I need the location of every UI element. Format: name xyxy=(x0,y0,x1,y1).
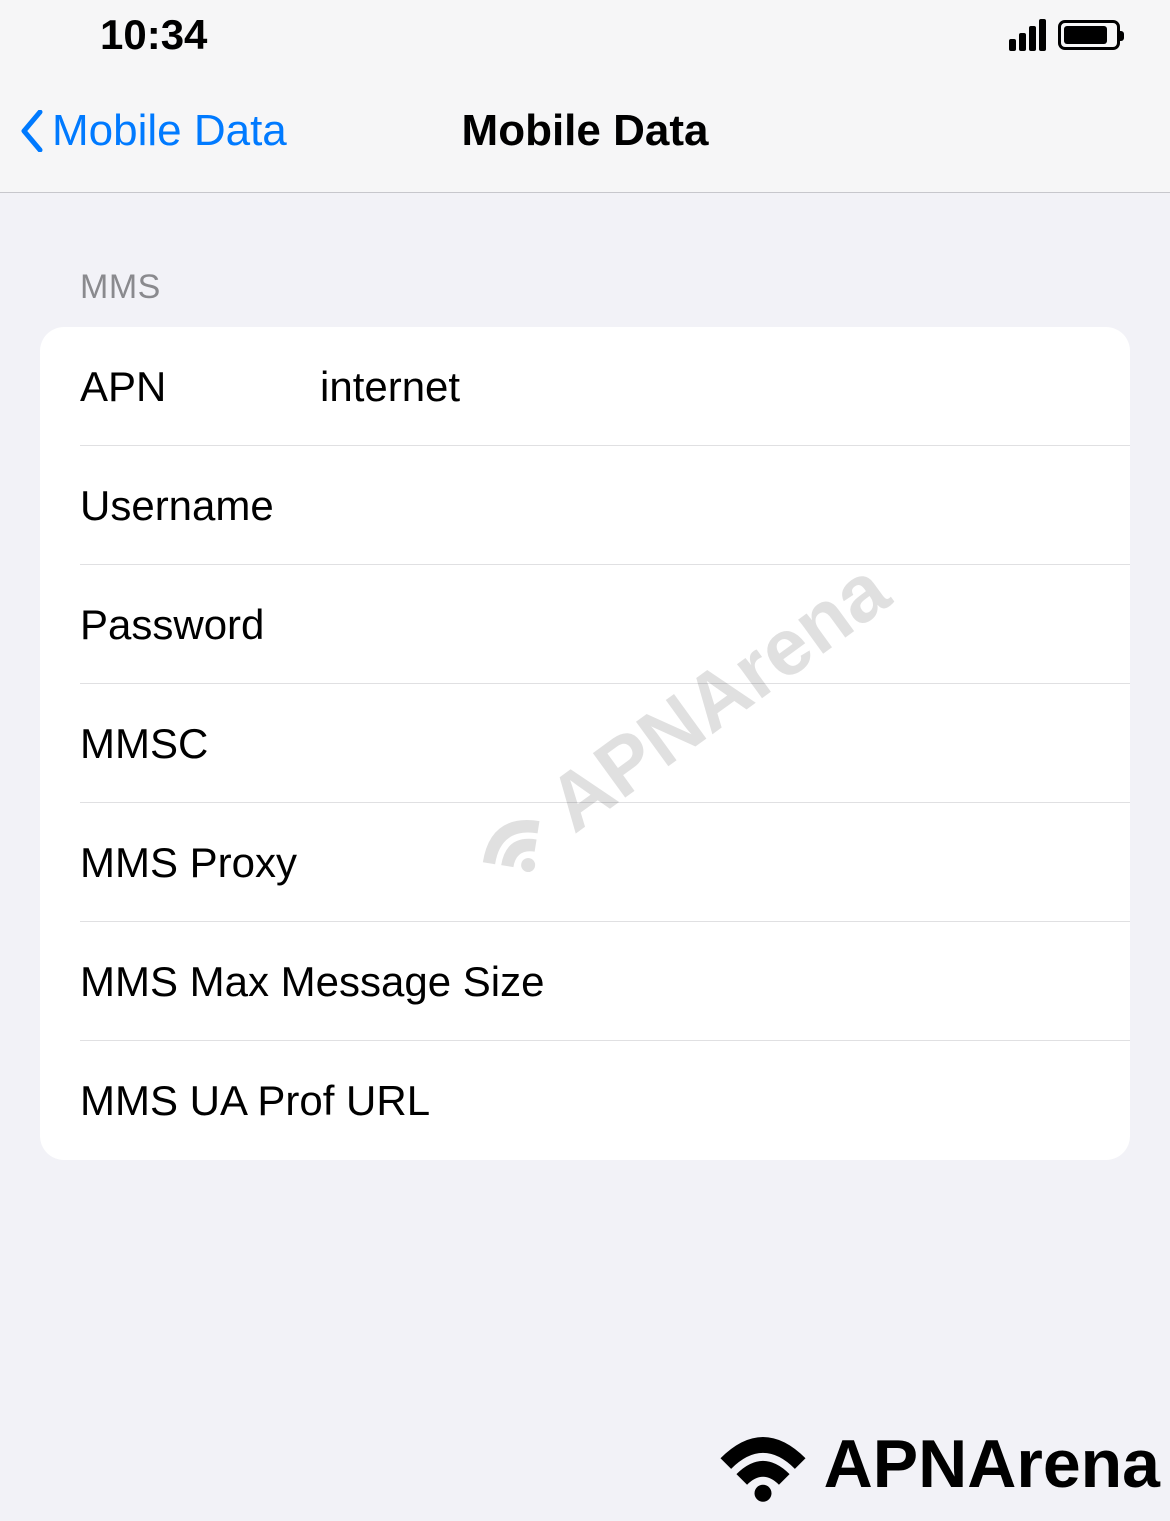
mms-proxy-label: MMS Proxy xyxy=(80,839,320,887)
status-indicators xyxy=(1009,19,1120,51)
cellular-signal-icon xyxy=(1009,19,1046,51)
mms-proxy-input[interactable] xyxy=(320,839,1090,887)
password-label: Password xyxy=(80,601,320,649)
wifi-icon xyxy=(708,1421,818,1506)
apn-row[interactable]: APN xyxy=(40,327,1130,446)
mms-settings-group: APN Username Password MMSC MMS Proxy MMS… xyxy=(40,327,1130,1160)
watermark-text: APNArena xyxy=(824,1425,1160,1503)
navigation-bar: Mobile Data Mobile Data xyxy=(0,70,1170,193)
mmsc-label: MMSC xyxy=(80,720,320,768)
watermark-bottom: APNArena xyxy=(708,1421,1160,1506)
apn-label: APN xyxy=(80,363,320,411)
status-time: 10:34 xyxy=(100,11,207,59)
chevron-left-icon xyxy=(20,110,44,152)
username-input[interactable] xyxy=(320,482,1090,530)
mms-max-size-label: MMS Max Message Size xyxy=(80,958,1090,1006)
mmsc-input[interactable] xyxy=(320,720,1090,768)
username-row[interactable]: Username xyxy=(40,446,1130,565)
status-bar: 10:34 xyxy=(0,0,1170,70)
back-button[interactable]: Mobile Data xyxy=(0,106,287,156)
mmsc-row[interactable]: MMSC xyxy=(40,684,1130,803)
back-label: Mobile Data xyxy=(52,106,287,156)
mms-max-size-row[interactable]: MMS Max Message Size xyxy=(40,922,1130,1041)
section-header-mms: MMS xyxy=(40,268,1130,327)
password-row[interactable]: Password xyxy=(40,565,1130,684)
battery-icon xyxy=(1058,20,1120,50)
content: MMS APN Username Password MMSC MMS Proxy… xyxy=(0,193,1170,1160)
password-input[interactable] xyxy=(320,601,1090,649)
mms-proxy-row[interactable]: MMS Proxy xyxy=(40,803,1130,922)
page-title: Mobile Data xyxy=(462,106,709,156)
mms-ua-prof-label: MMS UA Prof URL xyxy=(80,1077,1090,1125)
mms-ua-prof-row[interactable]: MMS UA Prof URL xyxy=(40,1041,1130,1160)
username-label: Username xyxy=(80,482,320,530)
apn-input[interactable] xyxy=(320,363,1090,411)
